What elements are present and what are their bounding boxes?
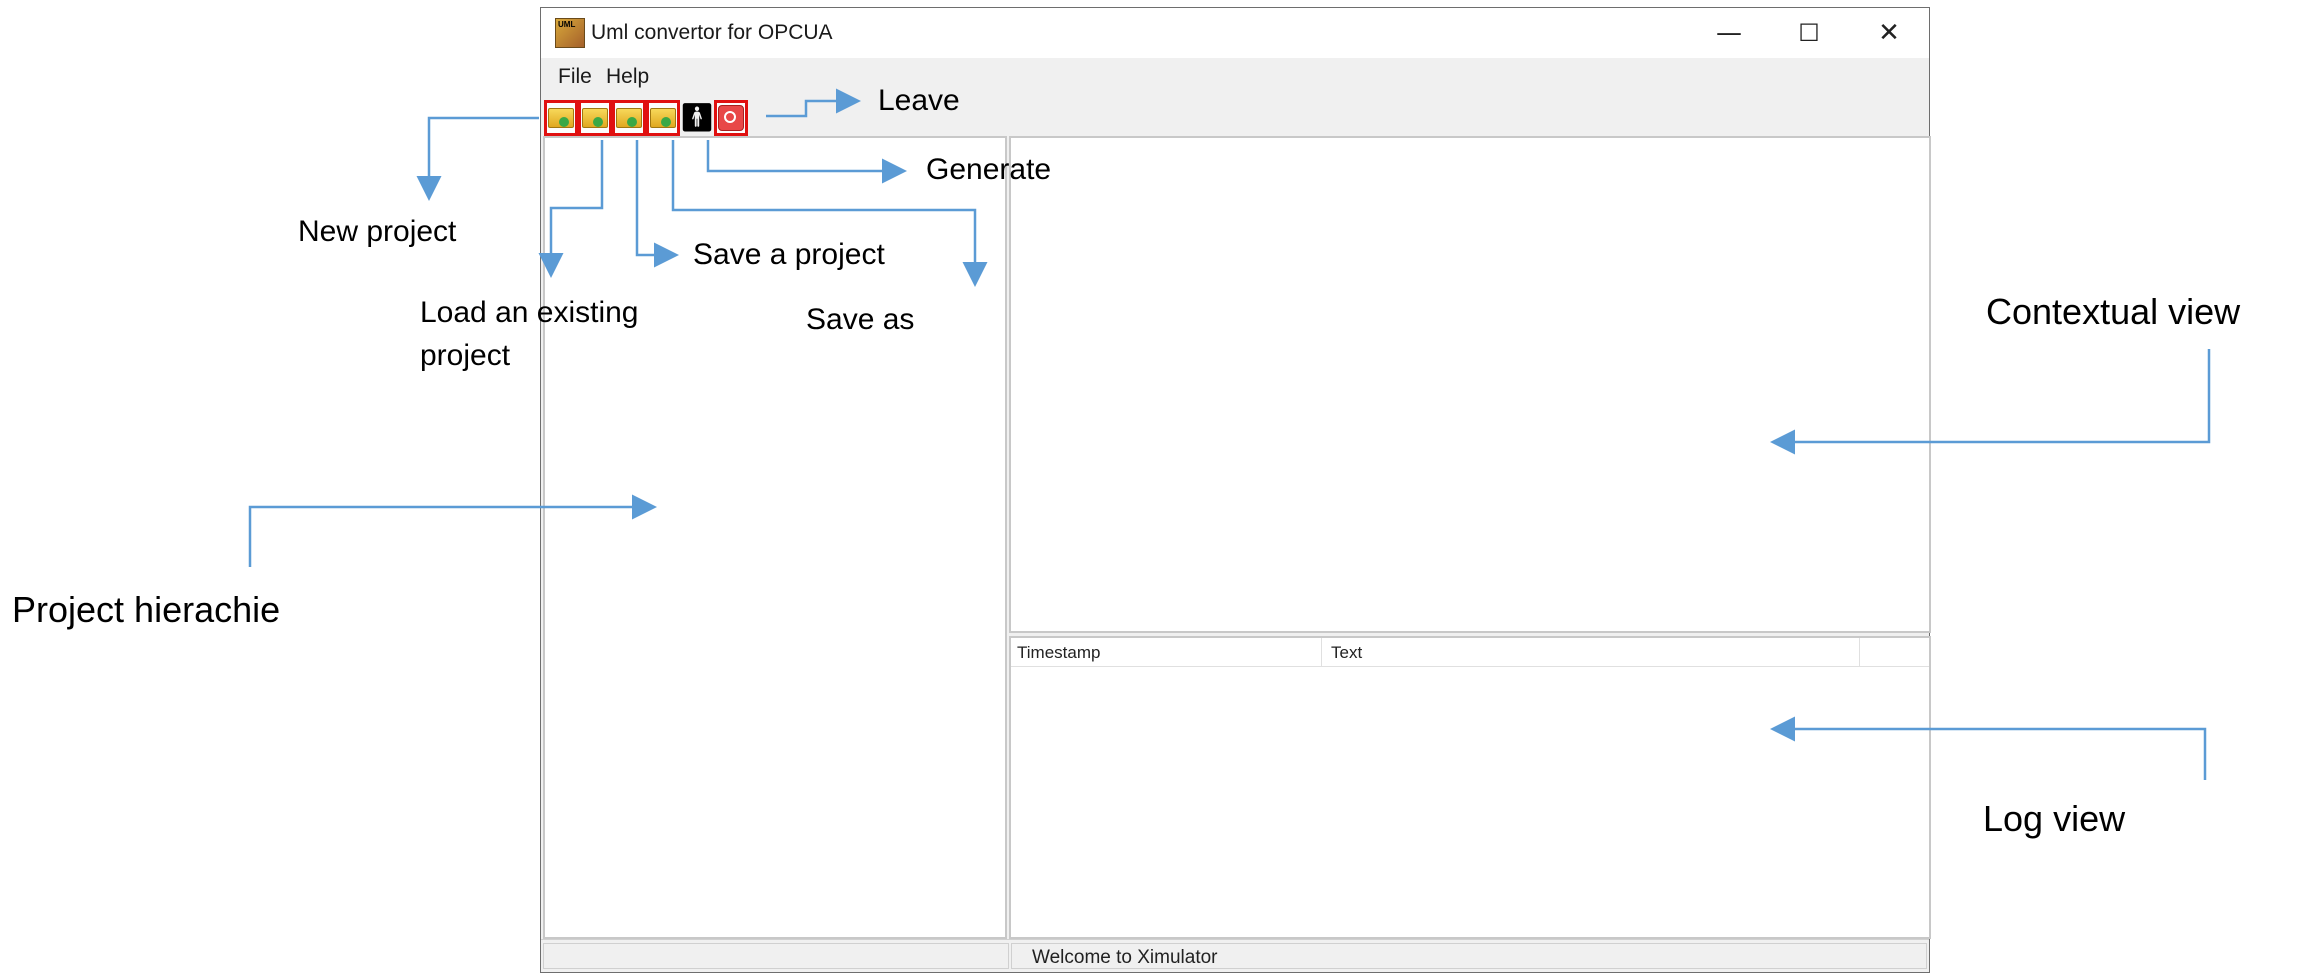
arrow-log-view	[1770, 716, 2207, 780]
label-save-as: Save as	[806, 303, 915, 336]
arrow-generate	[706, 140, 907, 184]
label-load-project-line1: Load an existing	[420, 296, 639, 329]
label-log-view: Log view	[1983, 798, 2126, 839]
label-generate: Generate	[926, 153, 1052, 186]
label-leave: Leave	[878, 84, 960, 117]
arrow-project-hierarchy	[248, 494, 657, 567]
label-new-project: New project	[298, 215, 457, 248]
arrow-contextual-view	[1770, 349, 2211, 455]
label-save-project: Save a project	[693, 238, 885, 271]
arrow-new-project	[416, 116, 539, 201]
label-project-hierarchy: Project hierachie	[12, 589, 281, 630]
arrow-save-project	[635, 140, 679, 268]
annotation-arrows	[248, 88, 2211, 780]
label-load-project-line2: project	[420, 339, 511, 372]
label-contextual-view: Contextual view	[1986, 291, 2241, 332]
arrow-leave	[766, 88, 861, 118]
arrow-load-project	[538, 140, 604, 278]
